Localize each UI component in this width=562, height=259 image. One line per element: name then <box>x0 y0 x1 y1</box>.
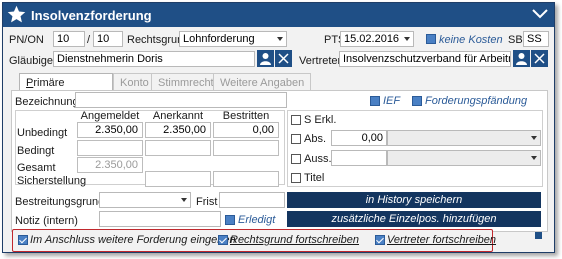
bezeichnung-field[interactable] <box>75 92 287 108</box>
anschluss-label-text: Im Anschluss weitere Forderung eingeben <box>30 234 236 246</box>
forderungspfaendung-checkbox[interactable] <box>412 96 422 106</box>
ief-label: IEF <box>383 95 401 107</box>
on-separator: / <box>87 34 91 46</box>
star-icon <box>7 5 26 23</box>
abs-select[interactable] <box>387 130 541 146</box>
dropdown-arrow-icon <box>277 37 283 41</box>
dialog-window: Insolvenzforderung PN/ON 10 / 10 Rechtsg… <box>2 2 555 253</box>
column-header: Bestritten <box>222 110 270 122</box>
auss-label: Auss. <box>304 153 332 165</box>
rechtsgrund-fortschreiben-label: Rechtsgrund fortschreiben <box>230 234 360 246</box>
dropdown-arrow-icon <box>531 136 537 140</box>
row-label-bedingt: Bedingt <box>17 145 55 157</box>
s-erkl-checkbox[interactable] <box>291 115 301 125</box>
history-save-button[interactable]: in History speichern <box>287 192 541 208</box>
rechtsgrund-value: Lohnforderung <box>183 33 255 45</box>
tab-stimmrecht[interactable]: Stimmrecht <box>151 73 221 91</box>
title-bar: Insolvenzforderung <box>3 3 554 27</box>
vertreter-person-button[interactable] <box>513 50 530 67</box>
rechtsgrund-fortschreiben-checkbox[interactable] <box>218 235 228 245</box>
resize-grip[interactable] <box>535 232 542 239</box>
bestreitungsgrund-select[interactable] <box>99 192 191 208</box>
pts-value: 15.02.2016 <box>344 33 400 45</box>
sicherstellung-bestritten[interactable] <box>213 171 279 187</box>
column-header: Anerkannt <box>152 110 204 122</box>
on-field[interactable]: 10 <box>93 31 123 47</box>
auss-checkbox[interactable] <box>291 154 301 164</box>
row-label-unbedingt: Unbedingt <box>17 127 68 139</box>
dropdown-arrow-icon <box>404 37 410 41</box>
anschluss-checkbox[interactable] <box>18 235 28 245</box>
unbedingt-bestritten[interactable]: 0,00 <box>213 122 279 138</box>
row-label-sicherstellung: Sicherstellung <box>17 175 87 187</box>
erledigt-label: Erledigt <box>238 214 276 226</box>
person-icon <box>260 53 271 65</box>
erledigt-checkbox[interactable] <box>225 215 235 225</box>
person-icon <box>516 53 527 65</box>
titel-checkbox[interactable] <box>291 173 301 183</box>
abs-checkbox[interactable] <box>291 134 301 144</box>
s-erkl-label: S Erkl. <box>304 114 337 126</box>
column-header: Angemeldet <box>80 110 140 122</box>
gesamt-angemeldet: 2.350,00 <box>77 157 143 173</box>
abs-amount-field[interactable]: 0,00 <box>331 130 387 146</box>
tab-konto[interactable]: Konto <box>113 73 156 91</box>
ief-checkbox[interactable] <box>370 96 380 106</box>
auss-amount-field[interactable] <box>331 150 387 166</box>
bedingt-bestritten[interactable] <box>213 140 279 156</box>
bedingt-angemeldet[interactable] <box>77 140 143 156</box>
keine-kosten-checkbox[interactable] <box>426 34 436 44</box>
unbedingt-anerkannt[interactable]: 2.350,00 <box>145 122 211 138</box>
chevron-down-icon[interactable] <box>532 8 548 20</box>
tab-weitere-angaben[interactable]: Weitere Angaben <box>213 73 312 91</box>
titel-label: Titel <box>304 172 325 184</box>
pts-date-picker[interactable]: 15.02.2016 <box>340 31 414 47</box>
unbedingt-angemeldet[interactable]: 2.350,00 <box>77 122 143 138</box>
pn-field[interactable]: 10 <box>53 31 85 47</box>
vertreter-fortschreiben-checkbox[interactable] <box>375 235 385 245</box>
anschluss-label: Im Anschluss weitere Forderung eingeben <box>30 234 236 246</box>
glaeubiger-person-button[interactable] <box>257 50 274 67</box>
glaeubiger-field[interactable]: Dienstnehmerin Doris <box>53 51 255 67</box>
tab-primaere-angaben[interactable]: Primäre Angaben <box>19 73 113 101</box>
dropdown-arrow-icon <box>181 198 187 202</box>
sb-field[interactable]: SS <box>523 31 549 47</box>
notiz-field[interactable] <box>99 211 221 227</box>
row-label-gesamt: Gesamt <box>17 162 56 174</box>
notiz-label: Notiz (intern) <box>15 215 78 227</box>
glaeubiger-label: Gläubiger <box>9 55 57 67</box>
keine-kosten-label: keine Kosten <box>439 34 503 46</box>
sicherstellung-anerkannt[interactable] <box>145 171 211 187</box>
vertreter-label: Vertreter <box>299 55 342 67</box>
vertreter-fortschreiben-label: Vertreter fortschreiben <box>387 234 497 246</box>
frist-label: Frist <box>196 196 218 208</box>
frist-field[interactable] <box>219 192 285 208</box>
sb-label: SB <box>508 34 523 46</box>
rechtsgrund-select[interactable]: Lohnforderung <box>179 31 287 47</box>
close-icon <box>278 53 289 64</box>
vertreter-field[interactable]: Insolvenzschutzverband für Arbeitnehm <box>339 51 511 67</box>
bedingt-anerkannt[interactable] <box>145 140 211 156</box>
forderungspfaendung-label: Forderungspfändung <box>425 95 528 107</box>
add-einzelpos-button[interactable]: zusätzliche Einzelpos. hinzufügen <box>287 211 541 227</box>
window-title: Insolvenzforderung <box>31 8 152 23</box>
close-icon <box>534 53 545 64</box>
pn-on-label: PN/ON <box>9 34 44 46</box>
abs-label: Abs. <box>304 133 327 145</box>
vertreter-clear-button[interactable] <box>531 50 548 67</box>
bestreitungsgrund-label: Bestreitungsgrund <box>15 196 105 208</box>
glaeubiger-clear-button[interactable] <box>275 50 292 67</box>
dropdown-arrow-icon <box>531 156 537 160</box>
bezeichnung-label: Bezeichnung <box>15 96 79 108</box>
auss-select[interactable] <box>387 150 541 166</box>
